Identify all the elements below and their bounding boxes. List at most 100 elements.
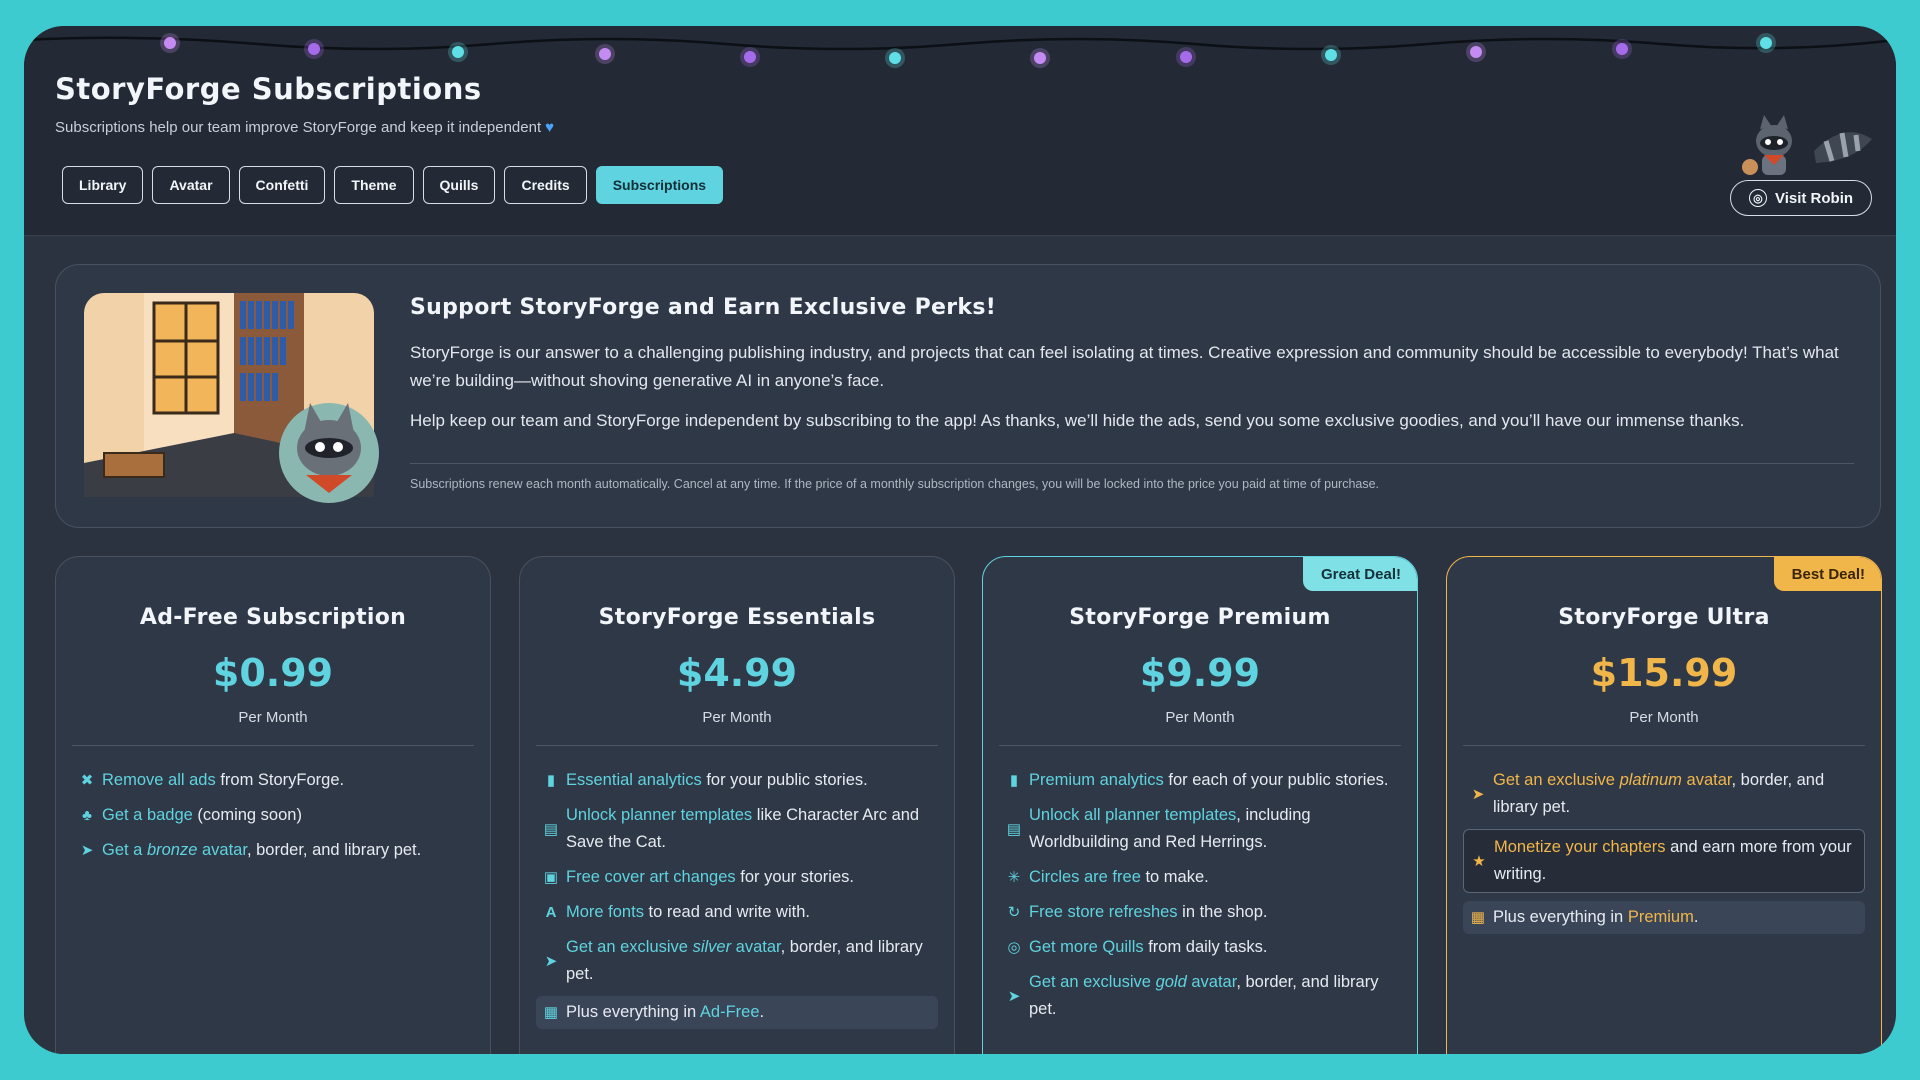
feature-item: ♣ Get a badge (coming soon) [72, 802, 474, 829]
plan-price: $4.99 [676, 651, 798, 695]
divider [1463, 745, 1865, 746]
feature-text: Plus everything in [566, 1003, 700, 1021]
feature-item: ✖ Remove all ads from StoryForge. [72, 767, 474, 794]
feature-text: to read and write with. [643, 903, 810, 921]
feature-highlight: Get a [102, 841, 147, 859]
feature-highlight: Free cover art changes [566, 868, 736, 886]
tab-quills[interactable]: Quills [422, 166, 496, 204]
feature-highlight: avatar [197, 841, 247, 859]
divider [536, 745, 938, 746]
archive-icon: ▦ [543, 1004, 559, 1021]
plan-card-ultra[interactable]: Best Deal! StoryForge Ultra $15.99 Per M… [1446, 556, 1882, 1054]
plan-period: Per Month [1165, 709, 1235, 726]
font-icon: A [545, 904, 557, 921]
feature-highlight: avatar [1681, 771, 1732, 789]
analytics-icon: ▮ [546, 772, 556, 789]
banner-heading: Support StoryForge and Earn Exclusive Pe… [410, 295, 997, 320]
analytics-icon: ▮ [1009, 772, 1019, 789]
plan-card-ad-free[interactable]: Ad-Free Subscription $0.99 Per Month ✖ R… [55, 556, 491, 1054]
divider [999, 745, 1401, 746]
refresh-icon: ↻ [1007, 904, 1021, 921]
feature-highlight: More fonts [566, 903, 644, 921]
header: StoryForge Subscriptions Subscriptions h… [24, 26, 1896, 236]
ad-block-icon: ✖ [80, 772, 94, 789]
banner-paragraph: Help keep our team and StoryForge indepe… [410, 411, 1745, 430]
great-deal-ribbon: Great Deal! [1302, 557, 1417, 591]
plan-price: $0.99 [212, 651, 334, 695]
best-deal-ribbon: Best Deal! [1773, 557, 1881, 591]
plan-title: StoryForge Premium [1069, 605, 1331, 630]
feature-highlight: Unlock all planner templates [1029, 806, 1237, 824]
visit-robin-label: Visit Robin [1774, 189, 1854, 207]
feature-text: for your public stories. [701, 771, 868, 789]
tab-avatar[interactable]: Avatar [152, 166, 230, 204]
divider [410, 463, 1854, 464]
feature-highlight: Essential analytics [566, 771, 702, 789]
plan-period: Per Month [238, 709, 308, 726]
tab-subscriptions[interactable]: Subscriptions [595, 166, 724, 204]
feature-highlight-em: bronze [146, 841, 198, 859]
nav-tabs: Library Avatar Confetti Theme Quills Cre… [62, 166, 724, 204]
raccoon-mascot-image [1742, 115, 1872, 175]
plan-card-essentials[interactable]: StoryForge Essentials $4.99 Per Month ▮ … [519, 556, 955, 1054]
feature-item: ➤ Get an exclusive silver avatar, border… [536, 934, 938, 988]
plan-title: StoryForge Essentials [598, 605, 876, 630]
feature-item-inherited: ▦ Plus everything in Premium. [1463, 901, 1865, 934]
plan-period: Per Month [1629, 709, 1699, 726]
feature-highlight-em: silver [692, 938, 732, 956]
feature-item: ➤ Get an exclusive gold avatar, border, … [999, 969, 1401, 1023]
feature-highlight: Get an exclusive [1493, 771, 1620, 789]
feature-highlight: Get an exclusive [1029, 973, 1156, 991]
feature-item: ➤ Get a bronze avatar, border, and libra… [72, 837, 474, 864]
pet-icon: ➤ [544, 952, 558, 970]
feature-item: ◎ Get more Quills from daily tasks. [999, 934, 1401, 961]
renewal-note: Subscriptions renew each month automatic… [410, 477, 1380, 491]
quill-coin-icon: ◎ [1007, 939, 1021, 956]
plan-card-premium[interactable]: Great Deal! StoryForge Premium $9.99 Per… [982, 556, 1418, 1054]
feature-list: ✖ Remove all ads from StoryForge. ♣ Get … [72, 767, 474, 872]
feature-item: ▮ Premium analytics for each of your pub… [999, 767, 1401, 794]
pet-icon: ➤ [1471, 785, 1485, 803]
pet-icon: ➤ [80, 842, 94, 859]
feature-item-inherited: ▦ Plus everything in Ad-Free. [536, 996, 938, 1029]
plan-period: Per Month [702, 709, 772, 726]
planner-icon: ▤ [543, 820, 559, 838]
feature-item: ▤ Unlock planner templates like Characte… [536, 802, 938, 856]
feature-text: to make. [1140, 868, 1209, 886]
feature-highlight: avatar [1186, 973, 1237, 991]
tab-confetti[interactable]: Confetti [238, 166, 326, 204]
feature-highlight: Free store refreshes [1029, 903, 1178, 921]
pet-icon: ➤ [1007, 987, 1021, 1005]
feature-text: for your stories. [735, 868, 854, 886]
feature-text: . [1693, 908, 1699, 926]
feature-highlight: Premium [1627, 908, 1694, 926]
visit-robin-button[interactable]: ◎ Visit Robin [1730, 180, 1872, 216]
feature-highlight: Circles are free [1029, 868, 1141, 886]
support-banner: Support StoryForge and Earn Exclusive Pe… [55, 264, 1881, 528]
feature-text: (coming soon) [192, 806, 302, 824]
badge-icon: ♣ [82, 807, 92, 824]
feature-highlight: Monetize your chapters [1494, 838, 1666, 856]
feature-text: for each of your public stories. [1163, 771, 1389, 789]
feature-list: ▮ Premium analytics for each of your pub… [999, 767, 1401, 1031]
feature-item: ✳ Circles are free to make. [999, 864, 1401, 891]
archive-icon: ▦ [1470, 909, 1486, 926]
feature-highlight-em: platinum [1619, 771, 1682, 789]
page-subtitle-text: Subscriptions help our team improve Stor… [55, 119, 542, 136]
tab-credits[interactable]: Credits [504, 166, 587, 204]
planner-icon: ▤ [1006, 820, 1022, 838]
library-room-illustration [84, 293, 379, 503]
feature-highlight: avatar [731, 938, 781, 956]
image-icon: ▣ [543, 869, 559, 886]
tab-theme[interactable]: Theme [334, 166, 414, 204]
quill-coin-icon: ◎ [1748, 189, 1767, 207]
feature-text: from StoryForge. [215, 771, 345, 789]
feature-text: in the shop. [1177, 903, 1268, 921]
feature-text: from daily tasks. [1143, 938, 1268, 956]
plan-title: StoryForge Ultra [1558, 605, 1770, 630]
feature-list: ▮ Essential analytics for your public st… [536, 767, 938, 1037]
feature-text: Plus everything in [1493, 908, 1628, 926]
tab-library[interactable]: Library [62, 166, 144, 204]
feature-highlight: Ad-Free [699, 1003, 760, 1021]
feature-highlight: Get a badge [102, 806, 193, 824]
